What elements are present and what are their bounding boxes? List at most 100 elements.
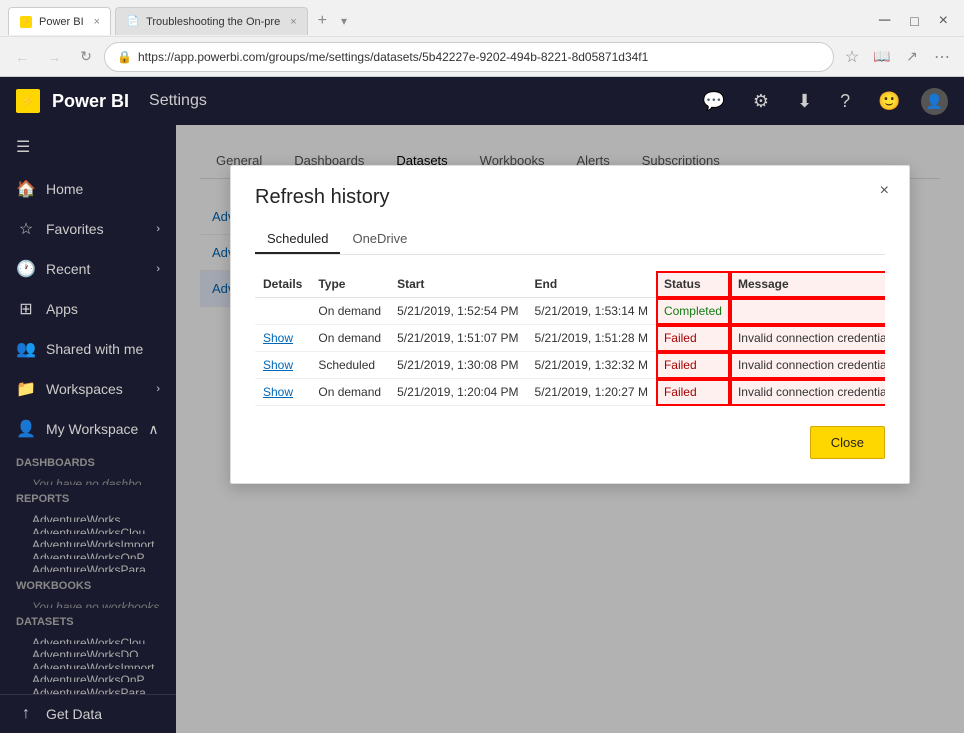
row4-details[interactable]: Show bbox=[255, 379, 310, 406]
table-row: Show Scheduled 5/21/2019, 1:30:08 PM 5/2… bbox=[255, 352, 885, 379]
download-icon[interactable]: ⬇ bbox=[789, 83, 820, 120]
tab2-close[interactable]: × bbox=[290, 16, 296, 28]
row1-status: Completed bbox=[656, 298, 730, 325]
report-item-1[interactable]: AdventureWorksCloudImport bbox=[0, 522, 176, 534]
recent-label: Recent bbox=[46, 261, 90, 277]
row2-details[interactable]: Show bbox=[255, 325, 310, 352]
sidebar-toggle[interactable]: ☰ bbox=[0, 125, 176, 169]
workbooks-section-title: WORKBOOKS bbox=[0, 572, 176, 596]
reading-list-button[interactable]: 📖 bbox=[868, 43, 896, 71]
my-workspace-label: My Workspace bbox=[46, 421, 138, 437]
favorites-label: Favorites bbox=[46, 221, 104, 237]
row3-status: Failed bbox=[656, 352, 730, 379]
dataset-sidebar-item-2[interactable]: AdventureWorksImport bbox=[0, 657, 176, 669]
row1-end: 5/21/2019, 1:53:14 M bbox=[527, 298, 656, 325]
sidebar-item-recent[interactable]: 🕐 Recent › bbox=[0, 249, 176, 289]
new-tab-button[interactable]: + bbox=[312, 12, 333, 30]
back-button[interactable]: ← bbox=[8, 43, 36, 71]
forward-button[interactable]: → bbox=[40, 43, 68, 71]
browser-titlebar: ⚡ Power BI × 📄 Troubleshooting the On-pr… bbox=[0, 0, 964, 36]
pbi-logo: ⚡ bbox=[16, 89, 40, 113]
settings-icon[interactable]: ⚙ bbox=[745, 83, 777, 120]
show-link-3[interactable]: Show bbox=[263, 358, 293, 372]
show-link-2[interactable]: Show bbox=[263, 331, 293, 345]
refresh-button[interactable]: ↻ bbox=[72, 43, 100, 71]
dataset-sidebar-item-0[interactable]: AdventureWorksCloudImport bbox=[0, 632, 176, 644]
powerbi-favicon: ⚡ bbox=[19, 15, 33, 29]
refresh-history-table: Details Type Start End Status Message bbox=[255, 271, 885, 406]
col-status: Status bbox=[656, 271, 730, 298]
account-icon[interactable]: 👤 bbox=[921, 88, 948, 115]
workspaces-chevron: › bbox=[156, 383, 160, 395]
close-modal-button[interactable]: Close bbox=[810, 426, 885, 459]
recent-icon: 🕐 bbox=[16, 259, 36, 279]
row3-message: Invalid connection credentials. bbox=[730, 352, 885, 379]
row2-message: Invalid connection credentials. bbox=[730, 325, 885, 352]
apps-label: Apps bbox=[46, 301, 78, 317]
datasets-section-title: DATASETS bbox=[0, 608, 176, 632]
no-workbooks-msg: You have no workbooks bbox=[0, 596, 176, 608]
bookmark-star-button[interactable]: ☆ bbox=[838, 43, 866, 71]
main-layout: ☰ 🏠 Home ☆ Favorites › 🕐 Recent › ⊞ Apps… bbox=[0, 125, 964, 733]
tab2-title: Troubleshooting the On-pre bbox=[146, 16, 280, 28]
row3-details[interactable]: Show bbox=[255, 352, 310, 379]
minimize-button[interactable]: ─ bbox=[871, 10, 898, 32]
sidebar-item-shared[interactable]: 👥 Shared with me bbox=[0, 329, 176, 369]
sidebar-get-data[interactable]: ↑ Get Data bbox=[0, 694, 176, 733]
table-row: Show On demand 5/21/2019, 1:20:04 PM 5/2… bbox=[255, 379, 885, 406]
address-text: https://app.powerbi.com/groups/me/settin… bbox=[138, 50, 821, 64]
browser-tab-powerbi[interactable]: ⚡ Power BI × bbox=[8, 7, 111, 35]
share-button[interactable]: ↗ bbox=[898, 43, 926, 71]
modal-close-button[interactable]: × bbox=[872, 178, 897, 204]
get-data-label: Get Data bbox=[46, 706, 102, 722]
col-message: Message bbox=[730, 271, 885, 298]
modal-overlay: Refresh history × Scheduled OneDrive Det… bbox=[176, 125, 964, 733]
modal-tab-scheduled[interactable]: Scheduled bbox=[255, 225, 340, 254]
workspace-user-icon: 👤 bbox=[16, 419, 36, 439]
report-item-0[interactable]: AdventureWorks bbox=[0, 509, 176, 521]
status-completed-badge: Completed bbox=[664, 304, 722, 318]
row3-end: 5/21/2019, 1:32:32 M bbox=[527, 352, 656, 379]
feedback-icon[interactable]: 🙂 bbox=[870, 83, 908, 120]
my-workspace-chevron: ∧ bbox=[148, 421, 158, 438]
app-container: ⚡ Power BI Settings 💬 ⚙ ⬇ ? 🙂 👤 ☰ 🏠 Home… bbox=[0, 77, 964, 733]
col-details: Details bbox=[255, 271, 310, 298]
dataset-sidebar-item-3[interactable]: AdventureWorksOnPremAndC... bbox=[0, 669, 176, 681]
row2-start: 5/21/2019, 1:51:07 PM bbox=[389, 325, 526, 352]
report-item-3[interactable]: AdventureWorksOnPremAndC... bbox=[0, 547, 176, 559]
favorites-chevron: › bbox=[156, 223, 160, 235]
close-window-button[interactable]: × bbox=[931, 10, 956, 32]
maximize-button[interactable]: □ bbox=[902, 10, 926, 32]
sidebar-item-favorites[interactable]: ☆ Favorites › bbox=[0, 209, 176, 249]
apps-icon: ⊞ bbox=[16, 299, 36, 319]
table-row: Show On demand 5/21/2019, 1:51:07 PM 5/2… bbox=[255, 325, 885, 352]
tab1-close[interactable]: × bbox=[94, 16, 100, 28]
help-icon[interactable]: ? bbox=[832, 83, 858, 120]
window-controls: ─ □ × bbox=[871, 10, 956, 32]
dataset-sidebar-item-4[interactable]: AdventureWorksParameterize... bbox=[0, 682, 176, 694]
show-link-4[interactable]: Show bbox=[263, 385, 293, 399]
shared-icon: 👥 bbox=[16, 339, 36, 359]
row4-end: 5/21/2019, 1:20:27 M bbox=[527, 379, 656, 406]
sidebar-item-workspaces[interactable]: 📁 Workspaces › bbox=[0, 369, 176, 409]
row4-status: Failed bbox=[656, 379, 730, 406]
tab-dropdown-btn[interactable]: ▾ bbox=[341, 14, 347, 28]
row1-details bbox=[255, 298, 310, 325]
sidebar-item-apps[interactable]: ⊞ Apps bbox=[0, 289, 176, 329]
table-row: On demand 5/21/2019, 1:52:54 PM 5/21/201… bbox=[255, 298, 885, 325]
report-item-4[interactable]: AdventureWorksParameterize... bbox=[0, 559, 176, 571]
status-failed-badge-3: Failed bbox=[664, 358, 697, 372]
report-item-2[interactable]: AdventureWorksImport bbox=[0, 534, 176, 546]
more-button[interactable]: ⋯ bbox=[928, 43, 956, 71]
modal-title: Refresh history bbox=[255, 186, 885, 209]
sidebar-item-home[interactable]: 🏠 Home bbox=[0, 169, 176, 209]
modal-tab-onedrive[interactable]: OneDrive bbox=[340, 225, 419, 254]
dataset-sidebar-item-1[interactable]: AdventureWorksDQ bbox=[0, 644, 176, 656]
workspaces-label: Workspaces bbox=[46, 381, 123, 397]
chat-icon[interactable]: 💬 bbox=[694, 83, 732, 120]
address-bar[interactable]: 🔒 https://app.powerbi.com/groups/me/sett… bbox=[104, 42, 834, 72]
home-icon: 🏠 bbox=[16, 179, 36, 199]
row3-start: 5/21/2019, 1:30:08 PM bbox=[389, 352, 526, 379]
browser-tab-troubleshooting[interactable]: 📄 Troubleshooting the On-pre × bbox=[115, 7, 308, 35]
sidebar-my-workspace[interactable]: 👤 My Workspace ∧ bbox=[0, 409, 176, 449]
